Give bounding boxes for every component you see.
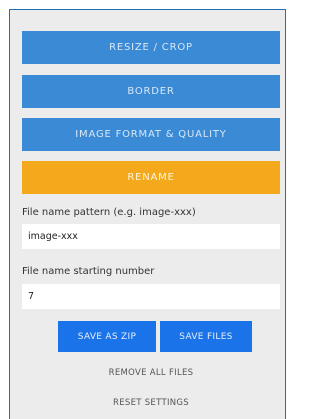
remove-all-files-link[interactable]: REMOVE ALL FILES [22,368,280,378]
border-section-button[interactable]: BORDER [22,75,280,108]
save-files-button[interactable]: SAVE FILES [160,321,252,352]
rename-section-button[interactable]: RENAME [22,161,280,194]
file-name-starting-number-label: File name starting number [22,266,155,277]
resize-crop-section-button[interactable]: RESIZE / CROP [22,31,280,64]
file-name-pattern-input[interactable]: image-xxx [22,224,280,249]
save-as-zip-button[interactable]: SAVE AS ZIP [58,321,156,352]
image-format-quality-section-button[interactable]: IMAGE FORMAT & QUALITY [22,118,280,151]
reset-settings-link[interactable]: RESET SETTINGS [22,398,280,408]
file-name-starting-number-input[interactable]: 7 [22,284,280,309]
file-name-pattern-label: File name pattern (e.g. image-xxx) [22,207,196,218]
